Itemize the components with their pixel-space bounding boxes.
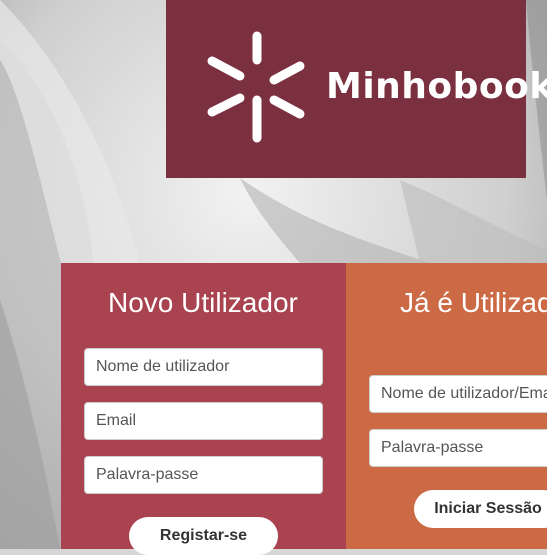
login-password-input[interactable] [369,429,547,467]
login-title: Já é Utilizador? [400,287,547,318]
signup-title: Novo Utilizador [108,287,298,318]
login-button[interactable]: Iniciar Sessão [414,490,547,528]
login-username-input[interactable] [369,375,547,413]
brand-name: Minhobook [326,66,547,107]
signup-password-input[interactable] [84,456,323,494]
register-button[interactable]: Registar-se [129,517,278,555]
asterisk-logo-icon [207,31,305,143]
signup-email-input[interactable] [84,402,323,440]
signup-username-input[interactable] [84,348,323,386]
login-panel: Já é Utilizador? Iniciar Sessão [346,263,547,549]
